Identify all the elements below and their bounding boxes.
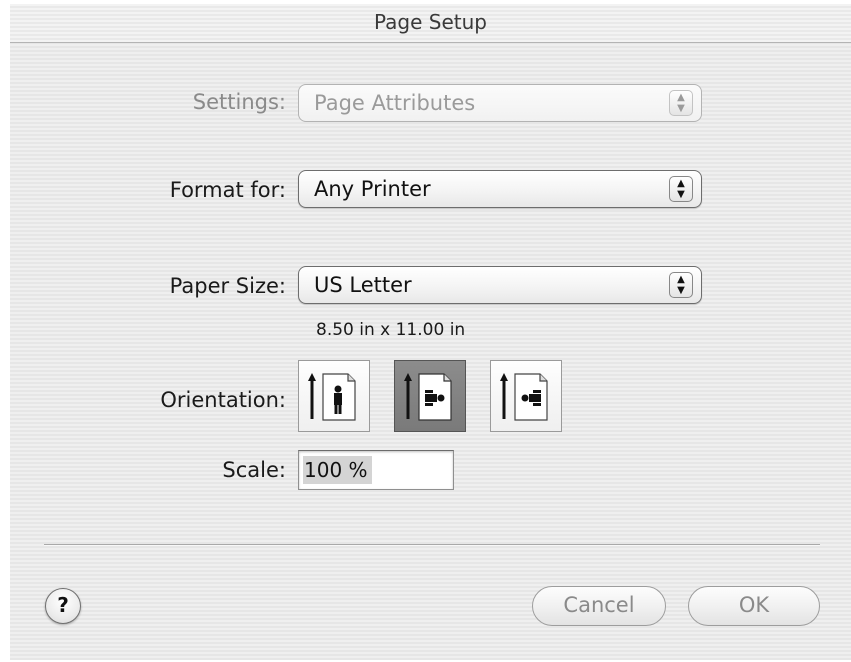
orientation-landscape-right-button[interactable] [490,360,562,432]
portrait-icon [308,373,356,421]
scale-input-value: 100 % [303,456,372,484]
paper-dimensions: 8.50 in x 11.00 in [316,320,466,340]
landscape-right-icon [500,373,548,421]
page-setup-dialog: Page Setup Settings: Page Attributes ▲ ▼ … [10,4,851,660]
cancel-button[interactable]: Cancel [532,586,666,626]
scale-input[interactable]: 100 % [298,450,454,490]
orientation-label: Orientation: [160,388,286,412]
paper-size-popup-value: US Letter [314,273,412,297]
help-button[interactable]: ? [45,588,81,624]
format-for-popup-value: Any Printer [314,177,431,201]
settings-label: Settings: [192,90,286,114]
format-for-label: Format for: [169,178,286,202]
orientation-landscape-left-button[interactable] [394,360,466,432]
ok-button[interactable]: OK [688,586,820,626]
paper-size-popup[interactable]: US Letter ▲ ▼ [298,266,702,304]
divider [44,544,820,546]
paper-size-label: Paper Size: [169,274,286,298]
settings-popup[interactable]: Page Attributes ▲ ▼ [298,84,702,122]
up-down-arrows-icon: ▲ ▼ [669,272,693,298]
orientation-portrait-button[interactable] [298,360,370,432]
window-title: Page Setup [10,4,851,43]
landscape-left-icon [404,373,452,421]
format-for-popup[interactable]: Any Printer ▲ ▼ [298,170,702,208]
up-down-arrows-icon: ▲ ▼ [669,90,693,116]
scale-label: Scale: [222,458,286,482]
up-down-arrows-icon: ▲ ▼ [669,176,693,202]
settings-popup-value: Page Attributes [314,91,476,115]
